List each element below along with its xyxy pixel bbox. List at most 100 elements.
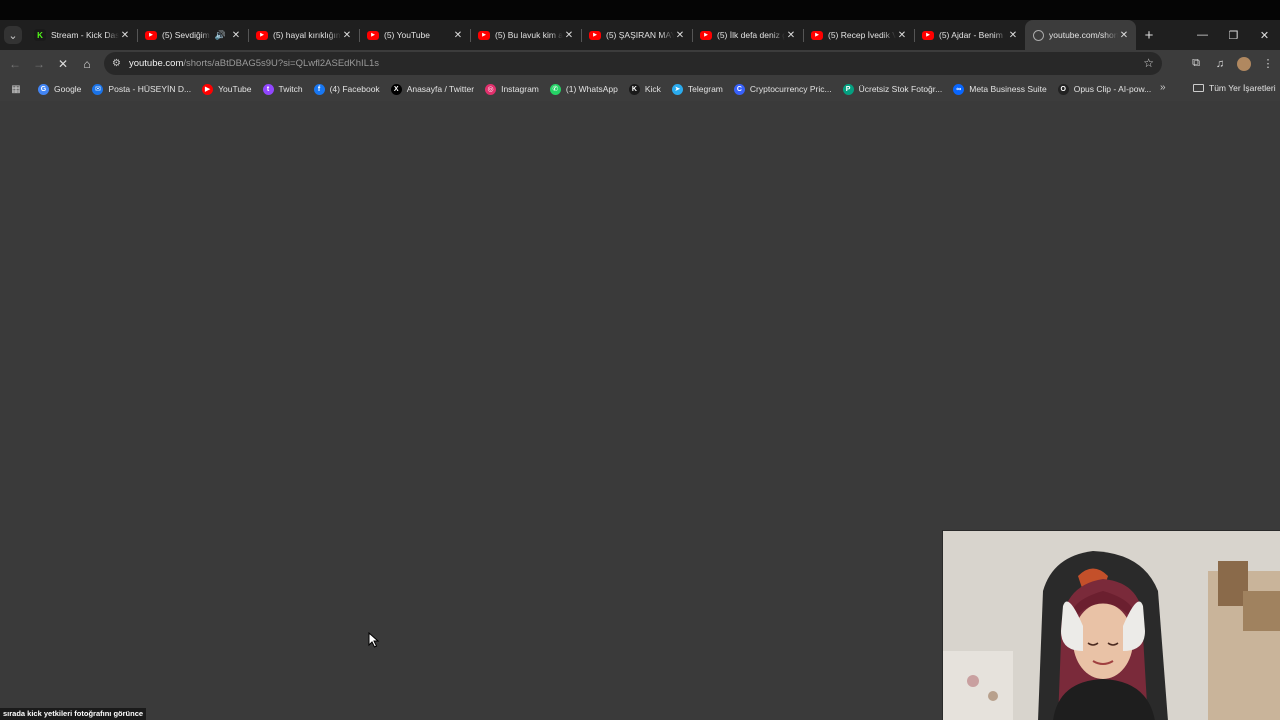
bookmark-item[interactable]: ▶ YouTube xyxy=(202,83,252,95)
folder-icon xyxy=(1193,84,1204,92)
bookmark-item[interactable]: t Twitch xyxy=(262,83,303,95)
youtube-icon: ▶ xyxy=(202,83,214,95)
bookmarks-bar: ▦ G Google ✉ Posta - HÜSEYİN D... ▶ YouTube t T… xyxy=(0,77,1280,101)
speaker-icon[interactable]: 🔊 xyxy=(215,30,226,41)
youtube-icon: ▶ xyxy=(922,30,934,40)
bookmark-label: (1) WhatsApp xyxy=(565,84,618,94)
home-button[interactable]: ⌂ xyxy=(75,52,99,76)
close-tab-icon[interactable]: ✕ xyxy=(674,30,686,41)
bookmark-label: Anasayfa / Twitter xyxy=(406,84,475,94)
youtube-icon: ▶ xyxy=(478,30,490,40)
mail-icon: ✉ xyxy=(92,83,104,95)
facebook-icon: f xyxy=(313,83,325,95)
bookmark-item[interactable]: ✆ (1) WhatsApp xyxy=(549,83,618,95)
tab-8[interactable]: ▶ (5) Ajdar - Benim ✕ xyxy=(914,20,1025,50)
close-window-icon[interactable]: ✕ xyxy=(1249,20,1280,50)
youtube-icon: ▶ xyxy=(256,30,268,40)
close-tab-icon[interactable]: ✕ xyxy=(563,30,575,41)
close-tab-icon[interactable]: ✕ xyxy=(785,30,797,41)
stop-loading-button[interactable]: ✕ xyxy=(51,52,75,76)
bookmark-item[interactable]: ∞ Meta Business Suite xyxy=(953,83,1047,95)
globe-icon xyxy=(1033,29,1044,41)
all-bookmarks-button[interactable]: Tüm Yer İşaretleri xyxy=(1193,83,1276,93)
all-bookmarks-label: Tüm Yer İşaretleri xyxy=(1209,83,1276,93)
tab-2[interactable]: ▶ (5) hayal kırıklığım ✕ xyxy=(248,20,359,50)
tab-list: KStream - Kick Dash✕▶(5) Sevdiğim Şarkı🔊… xyxy=(26,20,1136,50)
bookmark-item[interactable]: ◎ Instagram xyxy=(485,83,539,95)
bookmark-label: (4) Facebook xyxy=(329,84,380,94)
instagram-icon: ◎ xyxy=(485,83,497,95)
tab-title: youtube.com/shorts xyxy=(1049,30,1118,40)
webcam-overlay xyxy=(942,530,1280,720)
mouse-cursor-icon xyxy=(368,632,380,648)
bookmark-item[interactable]: f (4) Facebook xyxy=(313,83,380,95)
bookmark-list: G Google ✉ Posta - HÜSEYİN D... ▶ YouTube t Twi… xyxy=(38,83,1162,95)
tab-5[interactable]: ▶ (5) ŞAŞIRAN MAYMUN✕ xyxy=(581,20,692,50)
telegram-icon: ➤ xyxy=(671,83,683,95)
bookmark-item[interactable]: G Google xyxy=(38,83,81,95)
tab-title: (5) Ajdar - Benim xyxy=(939,30,1003,40)
menu-kebab-icon[interactable]: ⋮ xyxy=(1256,52,1280,76)
tab-search-button[interactable]: ⌄ xyxy=(0,20,26,50)
close-tab-icon[interactable]: ✕ xyxy=(230,30,242,41)
bookmark-item[interactable]: ➤ Telegram xyxy=(671,83,723,95)
tab-4[interactable]: ▶ (5) Bu lavuk kim amk✕ xyxy=(470,20,581,50)
close-tab-icon[interactable]: ✕ xyxy=(1118,30,1130,41)
pexels-icon: P xyxy=(842,83,854,95)
meta-icon: ∞ xyxy=(953,83,965,95)
toolbar: ← → ✕ ⌂ ⚙ youtube.com/shorts/aBtDBAG5s9U… xyxy=(0,50,1280,77)
tab-strip: ⌄ KStream - Kick Dash✕▶(5) Sevdiğim Şark… xyxy=(0,20,1280,50)
tab-title: (5) Bu lavuk kim amk xyxy=(495,30,563,40)
close-tab-icon[interactable]: ✕ xyxy=(119,30,131,41)
tab-6[interactable]: ▶ (5) İlk defa deniz gördü✕ xyxy=(692,20,803,50)
status-caption: sırada kick yetkileri fotoğrafını görünc… xyxy=(0,708,147,720)
extensions-icon[interactable]: ⧉ xyxy=(1184,52,1208,76)
tab-1[interactable]: ▶ (5) Sevdiğim Şarkı 🔊 ✕ xyxy=(137,20,248,50)
tab-title: (5) ŞAŞIRAN MAYMUN xyxy=(606,30,674,40)
tab-0[interactable]: K Stream - Kick Dash ✕ xyxy=(26,20,137,50)
x-icon: X xyxy=(390,83,402,95)
url-path: /shorts/aBtDBAG5s9U?si=QLwfl2ASEdKhIL1s xyxy=(183,58,380,69)
streamer-webcam-image xyxy=(943,531,1280,720)
close-tab-icon[interactable]: ✕ xyxy=(341,30,353,41)
tab-7[interactable]: ▶ (5) Recep İvedik Vine✕ xyxy=(803,20,914,50)
bookmark-label: Meta Business Suite xyxy=(969,84,1047,94)
bookmark-item[interactable]: X Anasayfa / Twitter xyxy=(390,83,475,95)
tab-9[interactable]: youtube.com/shorts ✕ xyxy=(1025,20,1136,50)
new-tab-button[interactable]: + xyxy=(1136,20,1162,50)
close-tab-icon[interactable]: ✕ xyxy=(452,30,464,41)
opus-icon: O xyxy=(1057,83,1069,95)
youtube-icon: ▶ xyxy=(811,30,823,40)
tab-title: (5) YouTube xyxy=(384,30,430,40)
profile-avatar[interactable] xyxy=(1237,56,1251,71)
close-tab-icon[interactable]: ✕ xyxy=(1007,30,1019,41)
youtube-icon: ▶ xyxy=(145,30,157,40)
bookmark-item[interactable]: C Cryptocurrency Pric... xyxy=(733,83,832,95)
twitch-icon: t xyxy=(262,83,274,95)
bookmark-item[interactable]: ✉ Posta - HÜSEYİN D... xyxy=(92,83,192,95)
youtube-icon: ▶ xyxy=(589,30,601,40)
bookmark-label: Twitch xyxy=(278,84,303,94)
bookmark-item[interactable]: P Ücretsiz Stok Fotoğr... xyxy=(842,83,942,95)
bookmarks-overflow-icon[interactable]: » xyxy=(1160,82,1166,93)
minimize-icon[interactable]: — xyxy=(1187,20,1218,50)
restore-icon[interactable]: ❐ xyxy=(1218,20,1249,50)
forward-button[interactable]: → xyxy=(27,52,51,76)
coinmarketcap-icon: C xyxy=(733,83,745,95)
address-bar[interactable]: ⚙ youtube.com/shorts/aBtDBAG5s9U?si=QLwf… xyxy=(104,52,1162,75)
bookmark-star-icon[interactable]: ☆ xyxy=(1143,56,1154,70)
tab-3[interactable]: ▶ (5) YouTube ✕ xyxy=(359,20,470,50)
bookmark-label: Cryptocurrency Pric... xyxy=(749,84,832,94)
apps-grid-icon[interactable]: ▦ xyxy=(6,84,26,95)
site-info-icon[interactable]: ⚙ xyxy=(112,58,121,69)
close-tab-icon[interactable]: ✕ xyxy=(896,30,908,41)
tab-title: (5) hayal kırıklığım xyxy=(273,30,341,40)
back-button[interactable]: ← xyxy=(3,52,27,76)
bookmark-item[interactable]: K Kick xyxy=(628,83,661,95)
google-icon: G xyxy=(38,83,49,95)
bookmark-item[interactable]: O Opus Clip - AI-pow... xyxy=(1057,83,1151,95)
url-host: youtube.com xyxy=(128,58,184,69)
bookmark-label: Posta - HÜSEYİN D... xyxy=(108,84,192,94)
tab-title: (5) İlk defa deniz gördü xyxy=(717,30,785,40)
media-controls-icon[interactable]: ♫ xyxy=(1208,52,1232,76)
